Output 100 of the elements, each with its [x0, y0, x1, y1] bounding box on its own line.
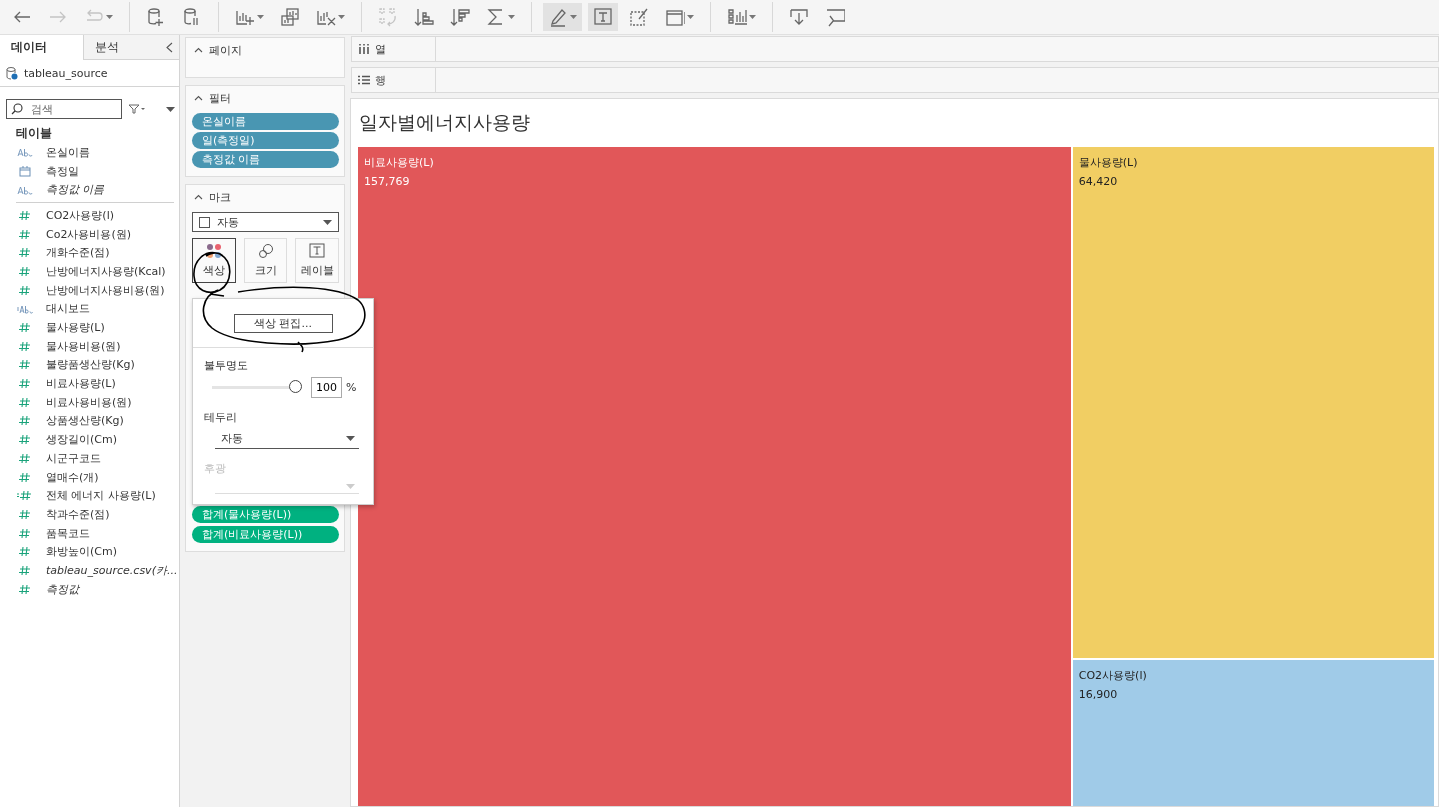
swap-axes-icon — [378, 7, 398, 27]
letters-icon — [17, 184, 33, 195]
field-item[interactable]: 상품생산량(Kg) — [0, 411, 179, 431]
field-item[interactable]: 측정값 이름 — [0, 180, 179, 200]
field-item[interactable]: 개화수준(점) — [0, 243, 179, 263]
collapse-button[interactable] — [166, 35, 179, 60]
field-item[interactable]: 열매수(개) — [0, 467, 179, 487]
marks-button[interactable]: 크기 — [243, 238, 288, 284]
calculated-hash-icon — [17, 490, 33, 502]
field-item[interactable]: 비료사용비용(원) — [0, 392, 179, 412]
treemap-tile[interactable]: CO2사용량(l) 16,900 — [1072, 660, 1434, 806]
caret-icon — [257, 15, 264, 19]
field-item[interactable]: 물사용비용(원) — [0, 336, 179, 356]
field-item[interactable]: 전체 에너지 사용량(L) — [0, 486, 179, 506]
field-item[interactable]: 측정값 — [0, 579, 179, 599]
hash-icon — [17, 527, 33, 539]
marks-button[interactable]: 레이블 — [295, 238, 339, 284]
hash-icon — [17, 359, 33, 371]
opacity-label: 불투명도 — [204, 358, 249, 373]
card-title: 마크 — [209, 189, 231, 205]
hash-icon — [17, 564, 33, 576]
calculated-letters-icon — [17, 303, 33, 314]
panel-tab[interactable]: 분석 — [82, 35, 166, 60]
field-item[interactable]: 난방에너지사용량(Kcal) — [0, 262, 179, 281]
chart-gallery-icon — [727, 7, 747, 27]
brush-selection-icon — [629, 7, 649, 27]
hash-icon — [17, 508, 33, 520]
rows-icon — [358, 75, 370, 85]
caret-icon — [106, 15, 113, 19]
shelf-label: 행 — [375, 72, 386, 88]
text-box-icon — [309, 243, 326, 260]
halo-label: 후광 — [204, 461, 227, 476]
hash-icon — [17, 284, 33, 296]
field-item[interactable]: 착과수준(점) — [0, 505, 179, 524]
letters-icon — [17, 147, 33, 158]
field-item[interactable]: 비료사용량(L) — [0, 374, 179, 393]
hash-icon — [17, 434, 33, 446]
database-icon — [6, 66, 18, 80]
filter-icon — [128, 104, 146, 114]
hash-icon — [17, 228, 33, 240]
border-label: 테두리 — [204, 410, 238, 425]
presentation-icon — [825, 7, 845, 27]
field-item[interactable]: 시군구코드 — [0, 449, 179, 468]
search-icon — [11, 103, 23, 115]
field-item[interactable]: 생장길이(Cm) — [0, 430, 179, 449]
hash-icon — [17, 322, 33, 334]
hash-icon — [17, 471, 33, 483]
columns-icon — [358, 44, 370, 54]
caret-icon — [570, 15, 577, 19]
tile-value: 157,769 — [364, 175, 411, 188]
opacity-field[interactable]: 100 — [311, 377, 342, 398]
treemap-tile[interactable]: 비료사용량(L) 157,769 — [358, 147, 1071, 806]
search-field[interactable]: 검색 — [6, 99, 122, 119]
circles-icon — [257, 243, 274, 260]
datasource-name[interactable]: tableau_source — [24, 66, 108, 80]
percent-sign: % — [346, 381, 357, 394]
tile-value: 16,900 — [1078, 688, 1119, 702]
edit-colors-button[interactable]: 색상 편집... — [233, 313, 333, 333]
square-icon — [199, 216, 210, 228]
caret-icon — [346, 436, 355, 441]
tile-value: 64,420 — [1078, 175, 1119, 188]
field-item[interactable]: 화방높이(Cm) — [0, 542, 179, 562]
hash-icon — [17, 209, 33, 221]
caret-icon — [166, 106, 175, 112]
caret-icon — [338, 15, 345, 19]
field-item[interactable]: 대시보드 — [0, 299, 179, 319]
chevron-up-icon — [194, 194, 203, 200]
card-title: 페이지 — [209, 42, 242, 58]
stacked-charts-icon — [280, 7, 300, 27]
marks-button[interactable]: 색상 — [192, 238, 236, 284]
hash-icon — [17, 546, 33, 558]
field-item[interactable]: 물사용량(L) — [0, 318, 179, 337]
tile-label: 물사용량(L) — [1078, 155, 1139, 170]
text-box-icon — [593, 7, 613, 27]
hash-icon — [17, 415, 33, 427]
text-box-button[interactable] — [588, 3, 618, 31]
field-item[interactable]: 난방에너지사용비용(원) — [0, 280, 179, 300]
opacity-slider[interactable] — [212, 380, 304, 395]
field-item[interactable]: tableau_source.csv(카... — [0, 561, 179, 580]
hash-icon — [17, 583, 33, 595]
sort-descending-icon — [450, 7, 470, 27]
pen-button[interactable] — [543, 3, 582, 31]
chevron-up-icon — [194, 47, 203, 53]
field-item[interactable]: CO2사용량(l) — [0, 206, 179, 225]
field-item[interactable]: 측정일 — [0, 161, 179, 181]
field-item[interactable]: 불량품생산량(Kg) — [0, 355, 179, 375]
section-heading: 테이블 — [15, 125, 53, 142]
field-item[interactable]: 품목코드 — [0, 523, 179, 543]
treemap-tile[interactable]: 물사용량(L) 64,420 — [1072, 147, 1434, 659]
field-item[interactable]: Co2사용비용(원) — [0, 224, 179, 244]
caret-icon — [346, 484, 355, 489]
border-dropdown[interactable]: 자동 — [215, 429, 359, 449]
calendar-icon — [17, 165, 33, 177]
caret-icon — [687, 15, 694, 19]
hash-icon — [17, 378, 33, 390]
field-item[interactable]: 온실이름 — [0, 143, 179, 162]
caret-icon — [749, 15, 756, 19]
chevron-up-icon — [194, 95, 203, 101]
mark-type-dropdown[interactable]: 자동 — [192, 212, 339, 233]
filter-button[interactable] — [126, 101, 148, 117]
